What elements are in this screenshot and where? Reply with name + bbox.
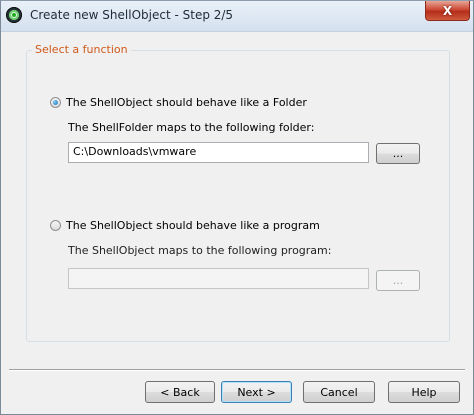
program-field-label: The ShellObject maps to the following pr… [68,244,332,257]
app-icon [6,7,22,23]
program-radio[interactable] [50,220,61,231]
back-button[interactable]: < Back [145,381,215,403]
program-browse-button[interactable]: ... [376,270,420,291]
cancel-button[interactable]: Cancel [303,381,375,403]
title-bar[interactable]: Create new ShellObject - Step 2/5 X [1,1,473,32]
function-groupbox [26,50,450,342]
close-button[interactable]: X [425,1,470,21]
folder-browse-button[interactable]: ... [376,143,420,164]
folder-field-label: The ShellFolder maps to the following fo… [68,121,315,134]
dialog-window: Create new ShellObject - Step 2/5 X Sele… [0,0,474,415]
program-path-input[interactable] [68,268,369,289]
footer-divider [9,369,465,371]
folder-radio[interactable] [50,97,61,108]
help-button[interactable]: Help [388,381,460,403]
groupbox-legend: Select a function [32,43,131,56]
next-button[interactable]: Next > [221,381,292,403]
program-radio-label[interactable]: The ShellObject should behave like a pro… [66,219,320,232]
window-title: Create new ShellObject - Step 2/5 [30,8,234,22]
folder-path-input[interactable]: C:\Downloads\vmware [68,142,369,163]
folder-radio-label[interactable]: The ShellObject should behave like a Fol… [66,96,307,109]
